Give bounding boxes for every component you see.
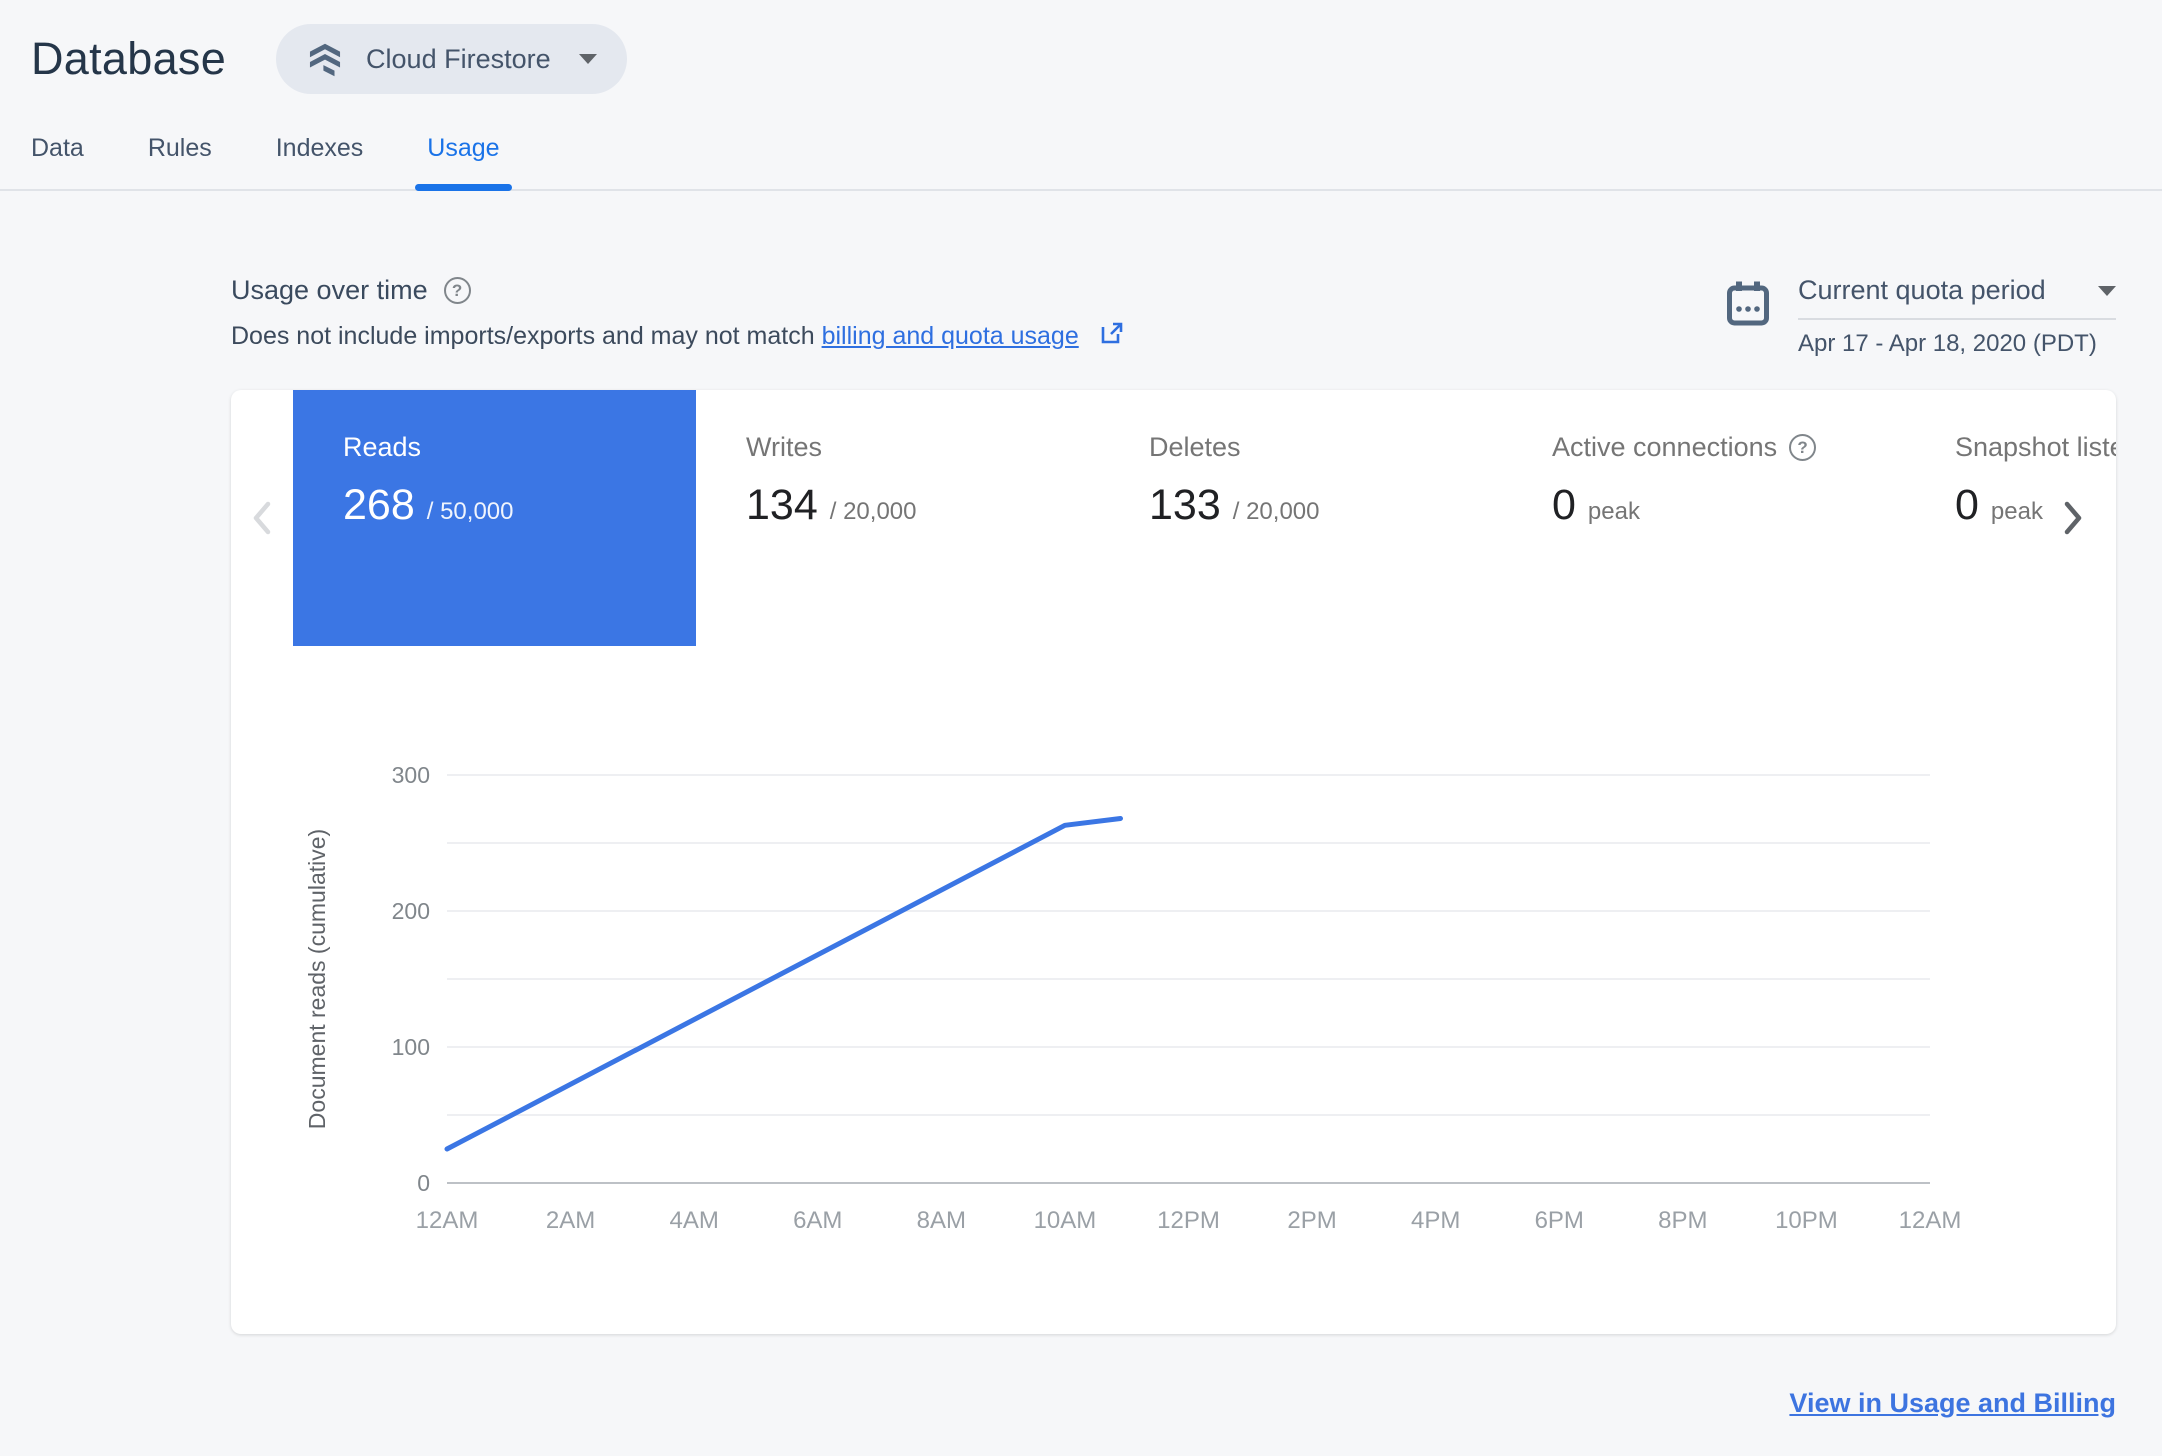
page-title: Database [31,33,227,84]
chevron-down-icon [2098,285,2116,296]
firestore-icon [306,39,344,80]
section-title: Usage over time [231,275,428,305]
page-header: Database Cloud Firestore [0,0,2162,94]
active-connections-help-icon[interactable]: ? [1789,434,1817,461]
svg-text:0: 0 [417,1170,430,1196]
external-link-icon [1099,320,1125,353]
svg-text:12AM: 12AM [416,1207,479,1234]
tab-bar: Data Rules Indexes Usage [0,118,2162,191]
quota-period-label: Current quota period [1798,275,2046,305]
tab-rules[interactable]: Rules [148,118,212,189]
metric-card-reads[interactable]: Reads 268 / 50,000 [293,390,696,646]
product-selector-label: Cloud Firestore [366,43,551,74]
tab-data[interactable]: Data [31,118,84,189]
carousel-next-icon[interactable] [2054,494,2090,545]
svg-text:300: 300 [392,762,430,788]
calendar-icon [1724,279,1772,358]
svg-text:12PM: 12PM [1157,1207,1220,1234]
metric-card-writes[interactable]: Writes 134 / 20,000 [696,390,1099,646]
view-usage-billing-link[interactable]: View in Usage and Billing [1789,1388,2116,1418]
svg-text:6PM: 6PM [1535,1207,1584,1234]
metric-cards-row: Reads 268 / 50,000 Writes 134 / 20,000 D… [231,390,2116,646]
usage-help-icon[interactable]: ? [443,277,471,304]
billing-quota-link[interactable]: billing and quota usage [822,320,1125,353]
usage-chart: 0 100 200 300 12AM 2AM 4AM 6AM 8AM 10AM 12PM 2PM 4PM… [304,762,1962,1234]
svg-text:100: 100 [392,1034,430,1060]
usage-section: Usage over time ? Does not include impor… [231,275,2116,1334]
svg-text:10PM: 10PM [1775,1207,1838,1234]
svg-text:6AM: 6AM [793,1207,842,1234]
usage-panel: Reads 268 / 50,000 Writes 134 / 20,000 D… [231,390,2116,1334]
metric-card-deletes[interactable]: Deletes 133 / 20,000 [1099,390,1502,646]
section-subtitle: Does not include imports/exports and may… [231,320,1125,353]
svg-text:8AM: 8AM [917,1207,966,1234]
quota-period-range: Apr 17 - Apr 18, 2020 (PDT) [1798,330,2097,357]
svg-text:4AM: 4AM [669,1207,718,1234]
svg-text:2AM: 2AM [546,1207,595,1234]
svg-text:10AM: 10AM [1034,1207,1097,1234]
svg-text:200: 200 [392,898,430,924]
section-head-left: Usage over time ? Does not include impor… [231,275,1125,353]
chevron-down-icon [578,54,597,64]
svg-text:4PM: 4PM [1411,1207,1460,1234]
firestore-usage-page: Database Cloud Firestore Data Rules Inde… [0,0,2162,1456]
svg-text:8PM: 8PM [1658,1207,1707,1234]
quota-period-selector[interactable]: Current quota period Apr 17 - Apr 18, 20… [1724,275,2116,358]
panel-footer: View in Usage and Billing [231,1388,2116,1419]
tab-usage[interactable]: Usage [415,118,512,191]
carousel-prev-icon[interactable] [245,494,281,545]
tab-indexes[interactable]: Indexes [276,118,364,189]
svg-text:2PM: 2PM [1287,1207,1336,1234]
product-selector[interactable]: Cloud Firestore [276,24,627,94]
svg-text:12AM: 12AM [1899,1207,1962,1234]
svg-text:Document reads (cumulative): Document reads (cumulative) [304,829,330,1129]
metric-card-active-connections[interactable]: Active connections ? 0 peak [1502,390,1905,646]
